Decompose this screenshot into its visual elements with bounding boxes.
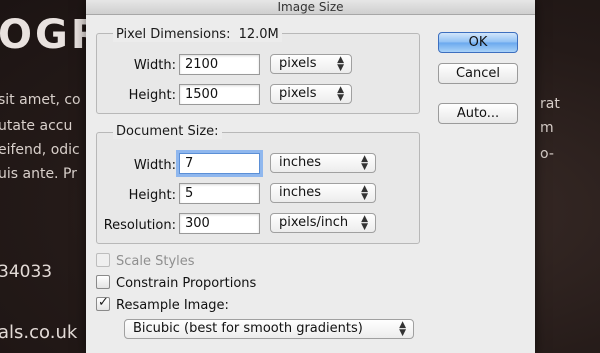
resolution-label: Resolution: — [103, 218, 176, 233]
background-text-line: m — [540, 120, 554, 136]
doc-height-unit-select[interactable]: inches ▲ ▼ — [270, 183, 376, 203]
pixel-width-unit-select[interactable]: pixels ▲ ▼ — [270, 54, 352, 74]
doc-width-label: Width: — [133, 158, 176, 173]
resolution-input[interactable]: 300 — [179, 213, 260, 234]
pixel-dimensions-size: 12.0M — [238, 27, 279, 42]
checkmark-icon: ✓ — [98, 295, 109, 310]
scale-styles-checkbox[interactable]: Scale Styles — [96, 253, 195, 269]
checkbox-box — [96, 275, 110, 289]
select-arrows-icon: ▲ ▼ — [361, 214, 368, 232]
background-text-line: uis ante. Pr — [0, 166, 77, 182]
pixel-dimensions-heading: Pixel Dimensions: 12.0M — [113, 27, 282, 42]
ok-button[interactable]: OK — [438, 32, 518, 53]
background-text-line: rat — [540, 96, 560, 112]
doc-width-input[interactable]: 7 — [179, 153, 260, 174]
background-text-line: utate accu — [0, 118, 73, 134]
pixel-height-input[interactable]: 1500 — [179, 84, 260, 105]
image-size-dialog: Image Size Pixel Dimensions: 12.0M Width… — [86, 0, 535, 353]
background-phone: 34033 — [0, 262, 53, 282]
select-arrows-icon: ▲ ▼ — [399, 320, 406, 338]
pixel-width-input[interactable]: 2100 — [179, 54, 260, 75]
resolution-unit-select[interactable]: pixels/inch ▲ ▼ — [270, 213, 376, 233]
auto-button[interactable]: Auto... — [438, 103, 518, 124]
doc-height-label: Height: — [128, 188, 176, 203]
background-text-line: o- — [540, 146, 554, 162]
resample-image-checkbox[interactable]: ✓ Resample Image: — [96, 295, 229, 313]
resample-method-select[interactable]: Bicubic (best for smooth gradients) ▲ ▼ — [124, 319, 414, 339]
cancel-button[interactable]: Cancel — [438, 63, 518, 84]
dialog-title: Image Size — [86, 0, 535, 15]
doc-width-unit-select[interactable]: inches ▲ ▼ — [270, 153, 376, 173]
constrain-proportions-checkbox[interactable]: Constrain Proportions — [96, 275, 256, 291]
checkbox-box: ✓ — [96, 295, 110, 311]
select-arrows-icon: ▲ ▼ — [361, 154, 368, 172]
document-size-heading: Document Size: — [113, 124, 222, 139]
checkbox-box — [96, 253, 110, 267]
background-text-line: eifend, odic — [0, 142, 80, 158]
select-arrows-icon: ▲ ▼ — [337, 55, 344, 73]
pixel-width-label: Width: — [133, 58, 176, 73]
select-arrows-icon: ▲ ▼ — [361, 184, 368, 202]
pixel-height-unit-select[interactable]: pixels ▲ ▼ — [270, 84, 352, 104]
background-site: als.co.uk — [0, 322, 78, 343]
doc-height-input[interactable]: 5 — [179, 183, 260, 204]
pixel-height-label: Height: — [128, 88, 176, 103]
select-arrows-icon: ▲ ▼ — [337, 85, 344, 103]
background-text-line: sit amet, co — [0, 92, 81, 108]
